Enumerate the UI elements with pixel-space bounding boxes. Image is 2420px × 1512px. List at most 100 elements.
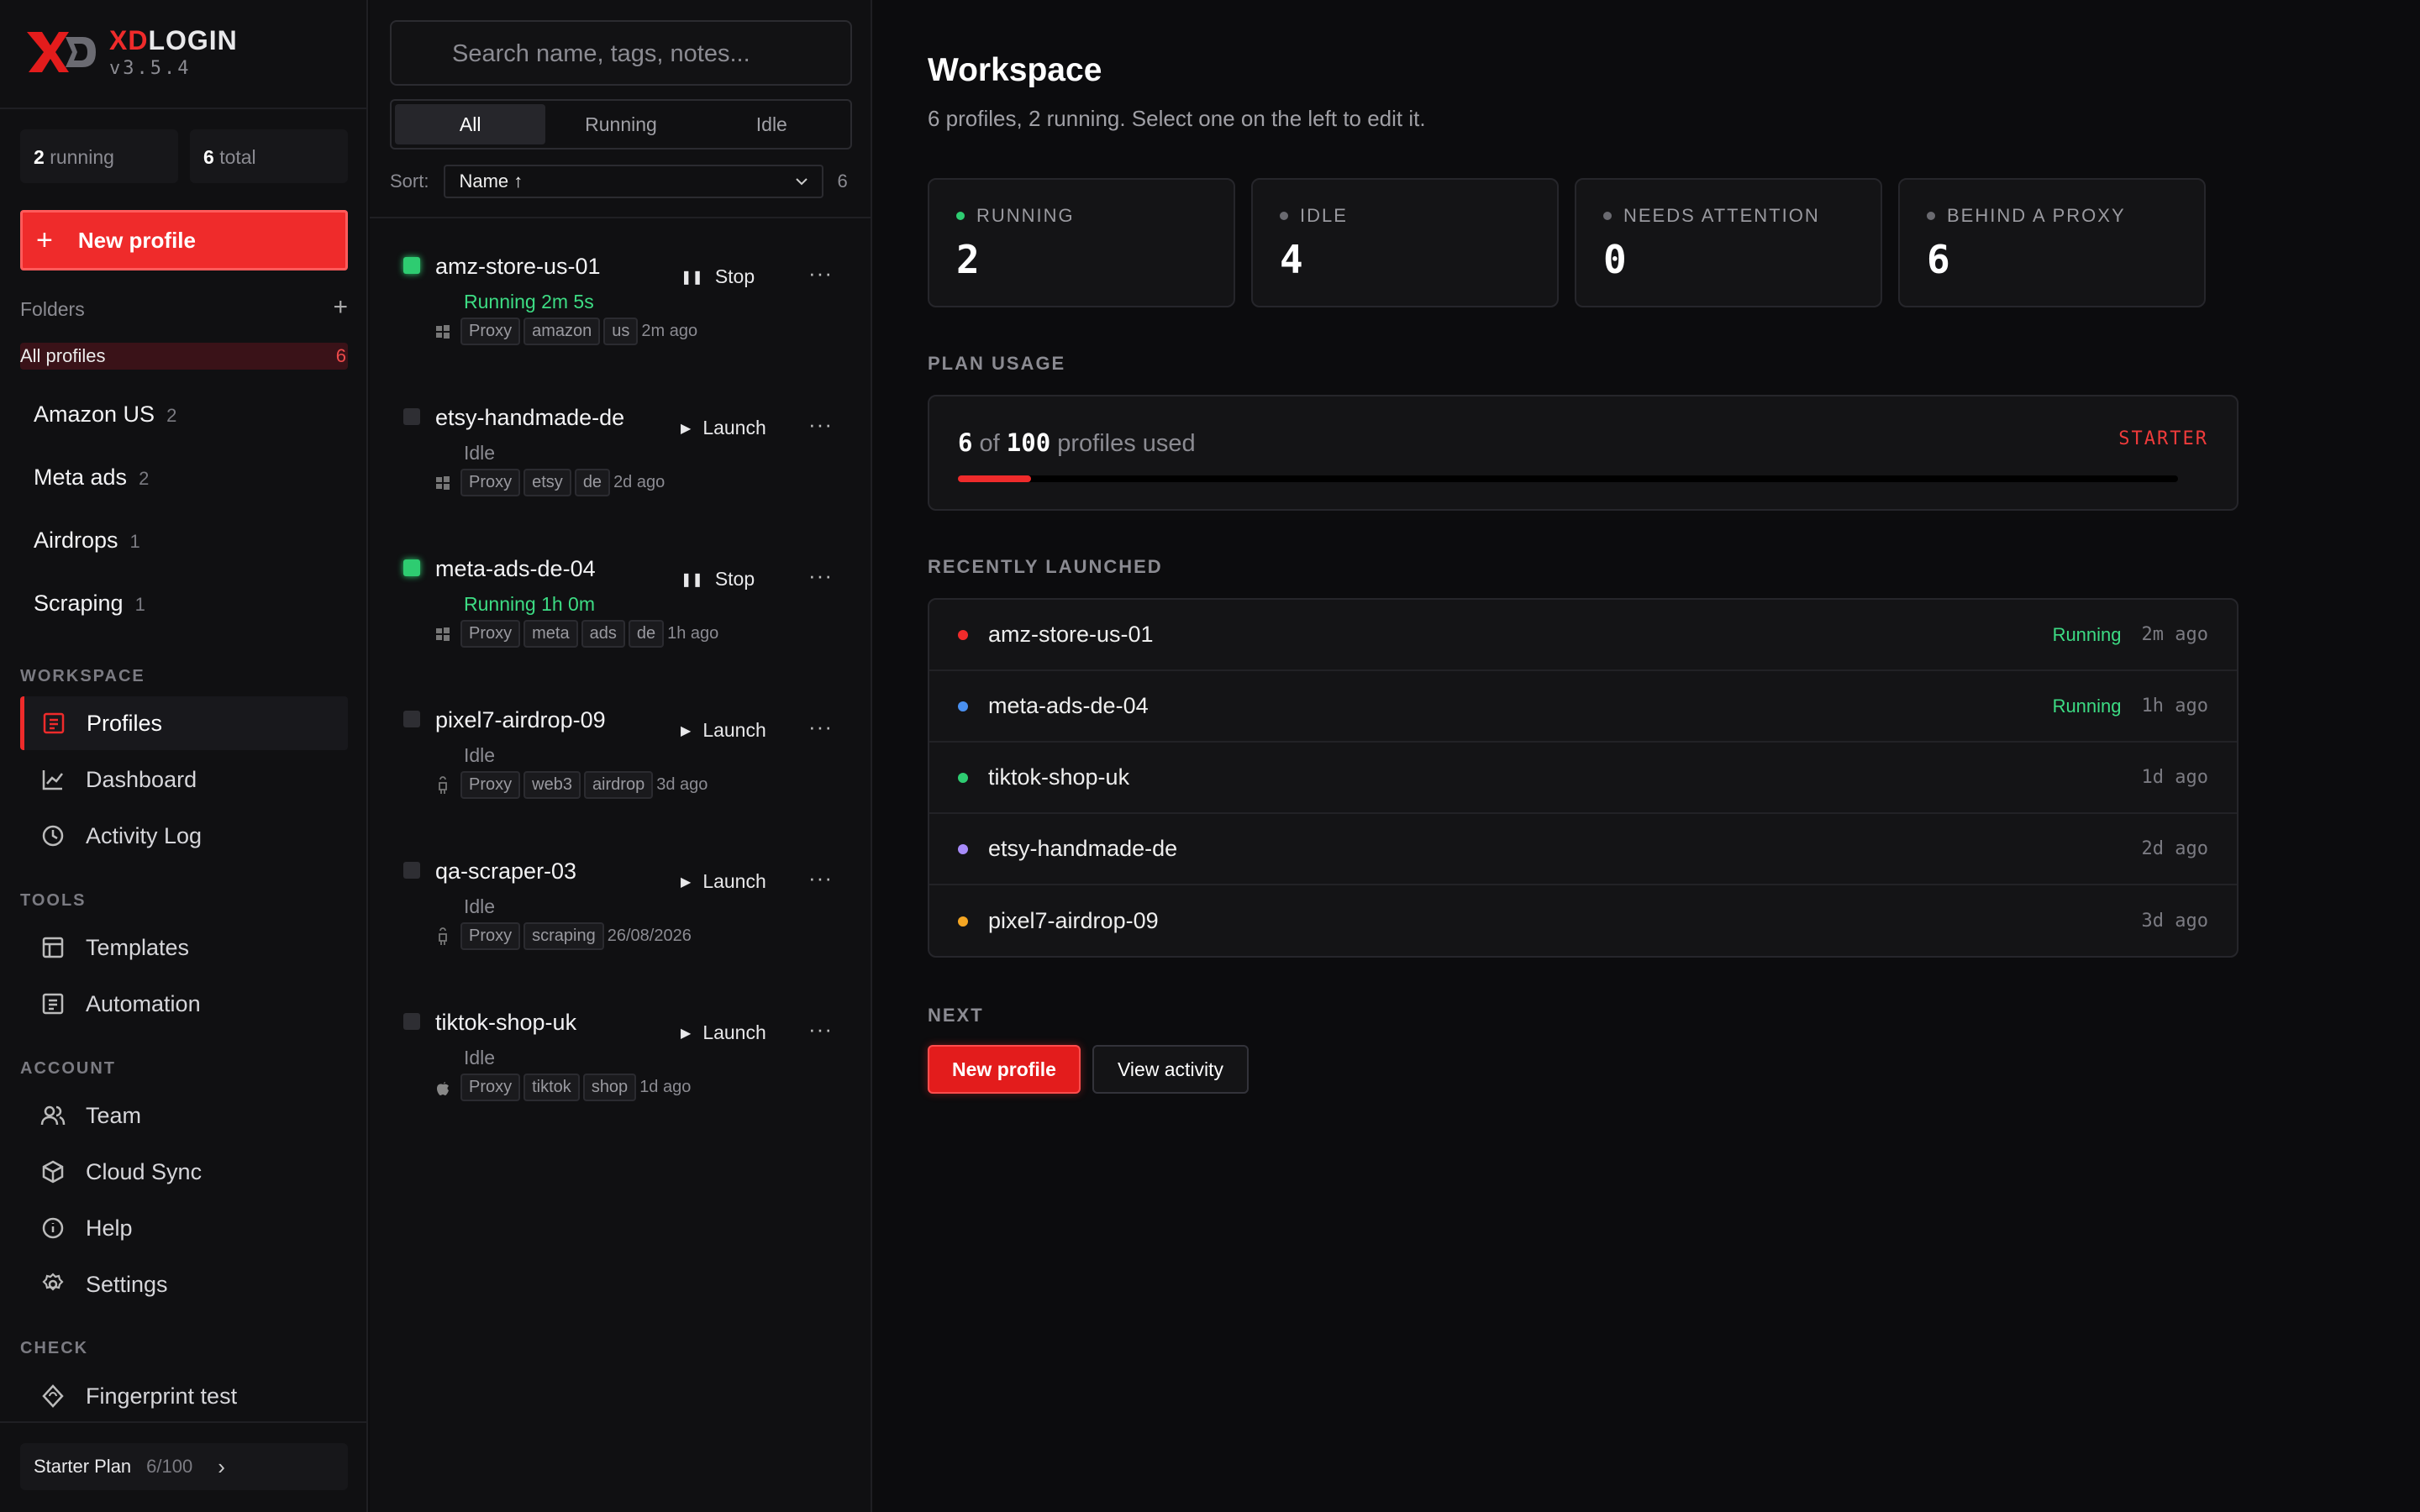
usage-progress-bar	[958, 475, 2178, 482]
android-icon	[435, 775, 455, 795]
folder-scraping[interactable]: Scraping 1	[34, 591, 145, 617]
filter-running[interactable]: Running	[545, 104, 696, 144]
profile-row[interactable]: qa-scraper-03 Idle ▶ Launch ··· Proxy scra…	[370, 853, 872, 1005]
clock-icon	[42, 825, 64, 847]
profile-name: etsy-handmade-de	[435, 405, 625, 430]
tag: ads	[581, 620, 625, 648]
recent-profile-name: meta-ads-de-04	[988, 693, 1149, 718]
tag: amazon	[523, 318, 601, 345]
recent-item[interactable]: pixel7-airdrop-09 3d ago	[929, 885, 2237, 956]
profile-tags: Proxy amazon us 2m ago	[435, 318, 697, 345]
launch-button[interactable]: ▶ Launch	[681, 1021, 766, 1044]
tag: airdrop	[583, 771, 654, 799]
stat-value: 6	[1927, 237, 1950, 282]
nav-help[interactable]: Help	[20, 1201, 348, 1255]
profile-row[interactable]: amz-store-us-01 Running 2m 5s ❚❚ Stop ···…	[370, 249, 872, 400]
new-profile-button[interactable]: New profile	[928, 1045, 1081, 1094]
launch-button[interactable]: ▶ Launch	[681, 870, 766, 893]
tag: tiktok	[523, 1074, 580, 1101]
more-options-icon[interactable]: ···	[808, 865, 833, 891]
windows-icon	[435, 324, 455, 339]
recent-item[interactable]: amz-store-us-01 Running 2m ago	[929, 600, 2237, 671]
stop-button[interactable]: ❚❚ Stop	[681, 265, 755, 288]
xd-logo-icon	[27, 32, 96, 72]
usage-text: 6 of 100 profiles used	[958, 428, 1196, 457]
profile-row[interactable]: meta-ads-de-04 Running 1h 0m ❚❚ Stop ··· …	[370, 551, 872, 702]
nav-dashboard[interactable]: Dashboard	[20, 753, 348, 806]
profile-status: Running 1h 0m	[464, 593, 595, 615]
more-options-icon[interactable]: ···	[808, 714, 833, 740]
plan-footer-button[interactable]: Starter Plan 6/100 ›	[20, 1443, 348, 1490]
profile-count: 6	[837, 171, 848, 192]
folder-all-profiles[interactable]: All profiles 6	[20, 343, 348, 370]
nav-automation[interactable]: Automation	[20, 977, 348, 1031]
folder-amazon-us[interactable]: Amazon US 2	[34, 402, 176, 428]
tag: web3	[523, 771, 581, 799]
add-folder-icon[interactable]: +	[333, 295, 348, 321]
last-used: 2m ago	[641, 322, 698, 340]
recent-time: 2m ago	[2141, 624, 2208, 645]
nav-activity-log[interactable]: Activity Log	[20, 809, 348, 863]
profile-row[interactable]: pixel7-airdrop-09 Idle ▶ Launch ··· Proxy…	[370, 702, 872, 853]
play-icon: ▶	[681, 1026, 692, 1041]
more-options-icon[interactable]: ···	[808, 260, 833, 286]
filter-all[interactable]: All	[395, 104, 546, 144]
profile-name: meta-ads-de-04	[435, 556, 596, 581]
stop-button[interactable]: ❚❚ Stop	[681, 568, 755, 591]
filter-idle[interactable]: Idle	[697, 104, 847, 144]
profile-name: pixel7-airdrop-09	[435, 707, 606, 732]
table-icon	[42, 937, 64, 958]
status-indicator	[403, 257, 420, 274]
plan-badge: STARTER	[2118, 428, 2208, 449]
brand-name-rest: LOGIN	[148, 25, 238, 55]
nav-templates[interactable]: Templates	[20, 921, 348, 974]
recently-launched-heading: RECENTLY LAUNCHED	[928, 556, 1163, 577]
nav-fingerprint-test[interactable]: Fingerprint test	[20, 1369, 348, 1423]
tag: de	[628, 620, 665, 648]
nav-team[interactable]: Team	[20, 1089, 348, 1142]
status-dot-icon	[958, 843, 968, 854]
document-icon	[42, 993, 64, 1015]
new-profile-button[interactable]: + New profile	[20, 210, 348, 270]
pause-icon: ❚❚	[681, 572, 703, 587]
tag: Proxy	[460, 318, 521, 345]
stat-card-behind-proxy: BEHIND A PROXY 6	[1898, 178, 2206, 307]
profile-row[interactable]: etsy-handmade-de Idle ▶ Launch ··· Proxy e…	[370, 400, 872, 551]
tag: meta	[523, 620, 578, 648]
recent-item[interactable]: meta-ads-de-04 Running 1h ago	[929, 671, 2237, 743]
search-input[interactable]: Search name, tags, notes...	[390, 20, 852, 86]
status-indicator	[403, 711, 420, 727]
profile-tags: Proxy meta ads de 1h ago	[435, 620, 718, 648]
windows-icon	[435, 475, 455, 491]
launch-button[interactable]: ▶ Launch	[681, 719, 766, 742]
folder-airdrops[interactable]: Airdrops 1	[34, 528, 140, 554]
profiles-icon	[43, 712, 65, 734]
more-options-icon[interactable]: ···	[808, 563, 833, 589]
nav-profiles[interactable]: Profiles	[20, 696, 348, 750]
profile-row[interactable]: tiktok-shop-uk Idle ▶ Launch ··· Proxy tik…	[370, 1005, 872, 1156]
view-activity-button[interactable]: View activity	[1092, 1045, 1249, 1094]
status-dot-icon	[1280, 212, 1288, 220]
folder-meta-ads[interactable]: Meta ads 2	[34, 465, 149, 491]
sort-select[interactable]: Name ↑	[444, 165, 824, 198]
section-check: CHECK	[20, 1339, 89, 1357]
more-options-icon[interactable]: ···	[808, 412, 833, 438]
profile-status: Running 2m 5s	[464, 291, 594, 312]
launch-button[interactable]: ▶ Launch	[681, 417, 766, 439]
recent-item[interactable]: tiktok-shop-uk 1d ago	[929, 743, 2237, 814]
status-indicator	[403, 408, 420, 425]
profile-name: tiktok-shop-uk	[435, 1010, 577, 1035]
usage-progress-fill	[958, 475, 1032, 482]
page-subtitle: 6 profiles, 2 running. Select one on the…	[928, 106, 1426, 131]
more-options-icon[interactable]: ···	[808, 1016, 833, 1042]
folder-label: All profiles	[20, 345, 106, 366]
tag: us	[603, 318, 639, 345]
cube-icon	[42, 1160, 64, 1184]
recent-profile-name: amz-store-us-01	[988, 622, 1154, 647]
recent-item[interactable]: etsy-handmade-de 2d ago	[929, 814, 2237, 885]
last-used: 2d ago	[613, 473, 666, 491]
main-panel: Workspace 6 profiles, 2 running. Select …	[874, 0, 2420, 1512]
nav-cloud-sync[interactable]: Cloud Sync	[20, 1145, 348, 1199]
last-used: 26/08/2026	[607, 927, 692, 945]
nav-settings[interactable]: Settings	[20, 1257, 348, 1311]
